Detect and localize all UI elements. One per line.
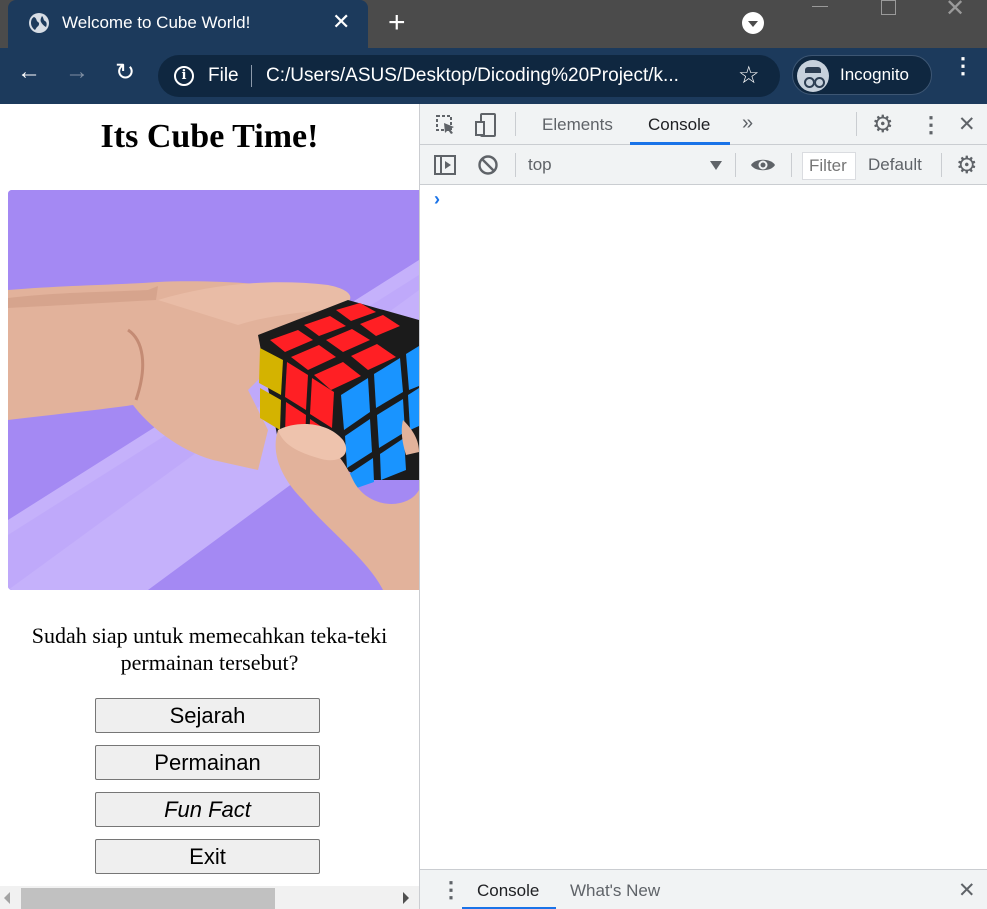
- scrollbar-thumb[interactable]: [21, 888, 275, 909]
- close-devtools-icon[interactable]: ✕: [958, 112, 976, 137]
- incognito-label: Incognito: [840, 65, 909, 84]
- console-prompt-icon: ›: [434, 189, 440, 209]
- tab-title: Welcome to Cube World!: [62, 13, 251, 32]
- scheme-label: File: [208, 65, 239, 86]
- url-text[interactable]: C:/Users/ASUS/Desktop/Dicoding%20Project…: [266, 65, 679, 87]
- forward-icon[interactable]: →: [62, 58, 92, 86]
- devtools-menu-icon[interactable]: ⋮: [920, 112, 942, 138]
- game-button[interactable]: Permainan: [95, 745, 320, 780]
- tab-console[interactable]: Console: [648, 115, 710, 135]
- info-icon[interactable]: i: [174, 66, 194, 86]
- devtools-settings-icon[interactable]: ⚙: [872, 110, 894, 139]
- horizontal-scrollbar[interactable]: [0, 886, 419, 909]
- device-toolbar-icon[interactable]: [474, 112, 498, 138]
- log-levels-dropdown[interactable]: Default: [868, 155, 922, 175]
- history-button[interactable]: Sejarah: [95, 698, 320, 733]
- maximize-icon[interactable]: [881, 0, 896, 15]
- hero-image: [8, 190, 419, 590]
- clear-console-icon[interactable]: [477, 154, 499, 176]
- browser-menu-icon[interactable]: ⋮: [952, 55, 974, 77]
- drawer-menu-icon[interactable]: ⋮: [440, 877, 462, 903]
- page-title: Its Cube Time!: [100, 118, 319, 155]
- console-toolbar-divider: [515, 153, 516, 177]
- devtools-panel: Elements Console » ⚙ ⋮ ✕ top Default: [419, 104, 987, 909]
- show-sidebar-icon[interactable]: [433, 154, 457, 176]
- question-text: Sudah siap untuk memecahkan teka-teki pe…: [31, 623, 388, 675]
- drawer-tab-console[interactable]: Console: [477, 881, 539, 901]
- browser-toolbar: ← → ↻ i File C:/Users/ASUS/Desktop/Dicod…: [0, 48, 987, 104]
- close-tab-icon[interactable]: ✕: [332, 11, 350, 33]
- incognito-badge[interactable]: Incognito: [792, 55, 932, 95]
- new-tab-icon[interactable]: +: [388, 8, 406, 38]
- fun-fact-button[interactable]: Fun Fact: [95, 792, 320, 827]
- filter-input[interactable]: [802, 152, 856, 180]
- console-toolbar-divider-4: [941, 153, 942, 177]
- console-toolbar-divider-2: [735, 153, 736, 177]
- back-icon[interactable]: ←: [14, 58, 44, 86]
- browser-tab[interactable]: Welcome to Cube World! ✕: [8, 0, 368, 48]
- exit-button[interactable]: Exit: [95, 839, 320, 874]
- console-toolbar-divider-3: [791, 153, 792, 177]
- console-toolbar: top Default ⚙: [420, 145, 987, 185]
- drawer-tab-whats-new[interactable]: What's New: [570, 881, 660, 901]
- page-viewport: Its Cube Time! Sudah siap untuk memecahk…: [0, 104, 419, 909]
- globe-icon: [29, 13, 49, 33]
- window-close-icon[interactable]: ✕: [945, 0, 965, 23]
- live-expression-eye-icon[interactable]: [750, 156, 776, 174]
- tab-strip: Welcome to Cube World! ✕ + ✕: [0, 0, 987, 48]
- rubiks-cube-illustration: [8, 190, 419, 590]
- scroll-left-icon[interactable]: [4, 892, 10, 904]
- tab-elements[interactable]: Elements: [542, 115, 613, 135]
- devtools-tabbar: Elements Console » ⚙ ⋮ ✕: [420, 104, 987, 145]
- console-output[interactable]: ›: [420, 185, 987, 869]
- scroll-right-icon[interactable]: [403, 892, 409, 904]
- chevron-down-icon[interactable]: [710, 161, 722, 170]
- address-bar[interactable]: i File C:/Users/ASUS/Desktop/Dicoding%20…: [158, 55, 780, 97]
- minimize-icon[interactable]: [812, 6, 828, 7]
- close-drawer-icon[interactable]: ✕: [958, 878, 976, 903]
- inspect-element-icon[interactable]: [434, 113, 458, 137]
- tabbar-divider-right: [856, 112, 857, 136]
- console-settings-icon[interactable]: ⚙: [956, 151, 978, 180]
- tabbar-divider: [515, 112, 516, 136]
- more-tabs-icon[interactable]: »: [742, 112, 753, 135]
- incognito-icon: [797, 60, 829, 92]
- context-selector[interactable]: top: [528, 155, 552, 175]
- reload-icon[interactable]: ↻: [110, 58, 140, 87]
- drawer-tabbar: ⋮ Console What's New ✕: [420, 869, 987, 909]
- tab-search-icon[interactable]: [742, 12, 764, 34]
- bookmark-star-icon[interactable]: ☆: [738, 61, 760, 90]
- address-divider: [251, 65, 252, 87]
